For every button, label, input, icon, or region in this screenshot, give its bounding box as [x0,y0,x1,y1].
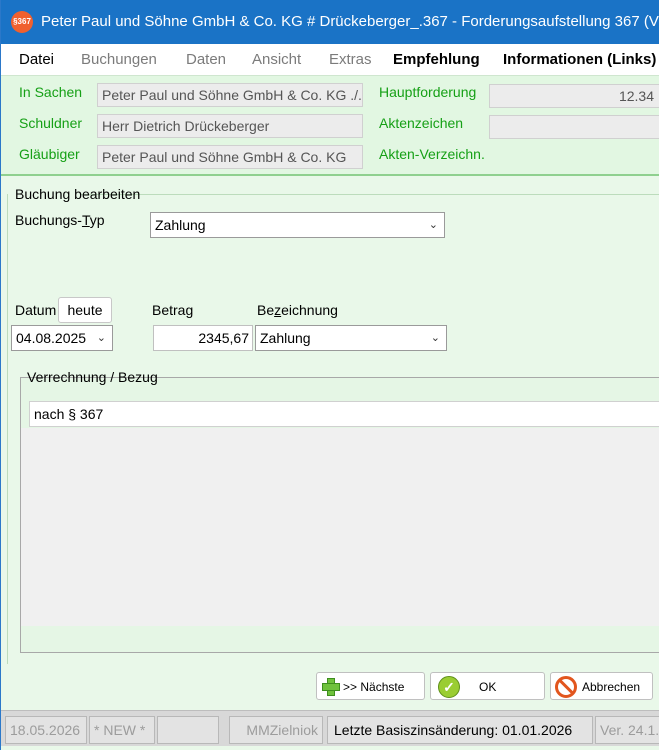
menu-extras[interactable]: Extras [329,51,372,68]
betrag-label: Betrag [152,302,194,318]
akten-verzeichnis-link[interactable]: Akten-Verzeichn. [379,146,485,162]
menu-informationen[interactable]: Informationen (Links) [503,51,656,68]
aktenzeichen-field [489,115,659,139]
schuldner-field: Herr Dietrich Drückeberger [97,114,363,138]
next-button-label: >> Nächste [343,680,405,694]
betrag-input[interactable] [153,325,253,351]
menu-datei[interactable]: Datei [19,51,54,68]
menu-empfehlung[interactable]: Empfehlung [393,51,480,68]
datum-label: Datum [15,302,57,318]
schuldner-label: Schuldner [19,115,83,131]
glaeubiger-field: Peter Paul und Söhne GmbH & Co. KG [97,145,363,169]
bezeichnung-select[interactable]: Zahlung ⌄ [255,325,447,351]
cancel-button[interactable]: Abbrechen [550,672,653,700]
menu-buchungen[interactable]: Buchungen [81,51,157,68]
hauptforderung-field: 12.34 [489,84,659,108]
buchungs-typ-label: Buchungs-Typ [15,212,105,228]
ok-button-label: OK [479,680,497,694]
verrechnung-title: Verrechnung / Bezug [27,369,158,385]
chevron-down-icon: ⌄ [428,219,438,231]
plus-icon [322,678,340,696]
chevron-down-icon: ⌄ [96,332,106,344]
status-basiszins: Letzte Basiszinsänderung: 01.01.2026 [327,716,593,744]
menu-daten[interactable]: Daten [186,51,226,68]
status-date: 18.05.2026 [5,716,87,744]
booking-group-title: Buchung bearbeiten [15,186,141,202]
ok-button[interactable]: ✓ OK [430,672,545,700]
aktenzeichen-label: Aktenzeichen [379,115,464,131]
buchungs-typ-value: Zahlung [155,217,206,233]
cancel-button-label: Abbrechen [582,680,641,694]
verrechnung-input[interactable]: nach § 367 [29,401,659,427]
app-window: §367 Peter Paul und Söhne GmbH & Co. KG … [0,0,659,750]
datum-picker[interactable]: 04.08.2025 ⌄ [11,325,113,351]
case-info-panel: In Sachen Peter Paul und Söhne GmbH & Co… [1,76,659,176]
app-logo-icon: §367 [11,11,33,33]
hauptforderung-label: Hauptforderung [379,84,477,100]
verrechnung-panel: nach § 367 [20,377,659,653]
next-button[interactable]: >> Nächste [316,672,425,700]
verrechnung-footer [21,626,659,652]
in-sachen-field: Peter Paul und Söhne GmbH & Co. KG ./. [97,83,363,107]
status-empty [157,716,219,744]
menu-ansicht[interactable]: Ansicht [252,51,301,68]
datum-value: 04.08.2025 [16,330,87,346]
status-user: MMZielniok [229,716,323,744]
glaeubiger-label: Gläubiger [19,146,80,162]
menu-bar: Datei Buchungen Daten Ansicht Extras Emp… [1,44,659,76]
group-divider [81,194,659,195]
status-new-flag: * NEW * [89,716,155,744]
status-version: Ver. 24.1.5 [595,716,659,744]
buchungs-typ-select[interactable]: Zahlung ⌄ [150,212,445,238]
bezeichnung-value: Zahlung [260,330,311,346]
cancel-icon [555,676,577,698]
check-icon: ✓ [438,676,460,698]
title-bar: §367 Peter Paul und Söhne GmbH & Co. KG … [1,0,659,44]
heute-button[interactable]: heute [58,297,112,323]
bezeichnung-label: Bezeichnung [257,302,338,318]
in-sachen-label: In Sachen [19,84,83,100]
status-bar: 18.05.2026 * NEW * MMZielniok Letzte Bas… [1,710,659,746]
window-title: Peter Paul und Söhne GmbH & Co. KG # Drü… [41,13,659,30]
chevron-down-icon: ⌄ [430,332,440,344]
